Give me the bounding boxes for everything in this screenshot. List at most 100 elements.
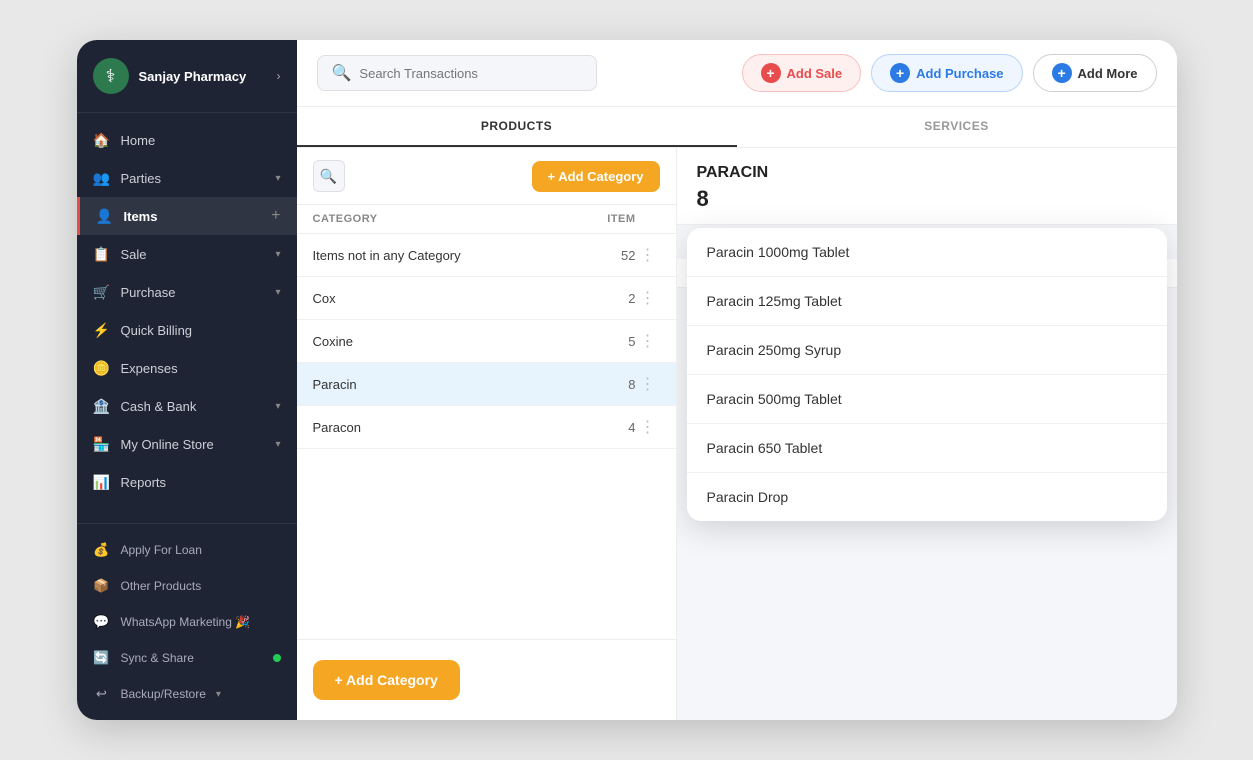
- sidebar-item-cash-bank[interactable]: 🏦 Cash & Bank ▾: [77, 387, 297, 425]
- sidebar-nav: 🏠 Home 👥 Parties ▾ 👤 Items + 📋 Sale ▾ 🛒 …: [77, 113, 297, 523]
- add-purchase-plus-icon: +: [890, 63, 910, 83]
- add-sale-label: Add Sale: [787, 66, 843, 81]
- sidebar-item-reports[interactable]: 📊 Reports: [77, 463, 297, 501]
- chevron-down-icon: ▾: [275, 287, 280, 298]
- category-list: Items not in any Category 52 ⋮ Cox 2 ⋮ C…: [297, 234, 676, 639]
- list-item[interactable]: Paracin 250mg Syrup: [687, 326, 1167, 375]
- sale-icon: 📋: [93, 245, 111, 263]
- add-sale-button[interactable]: + Add Sale: [742, 54, 862, 92]
- add-category-bottom: + Add Category: [297, 639, 676, 720]
- item-header: PARACIN 8: [677, 148, 1177, 225]
- category-name: Items not in any Category: [313, 248, 576, 263]
- list-item[interactable]: Paracin 125mg Tablet: [687, 277, 1167, 326]
- category-menu-icon[interactable]: ⋮: [636, 374, 660, 394]
- sidebar: ⚕ Sanjay Pharmacy › 🏠 Home 👥 Parties ▾ 👤…: [77, 40, 297, 720]
- category-count: 8: [576, 377, 636, 392]
- category-menu-icon[interactable]: ⋮: [636, 288, 660, 308]
- table-row[interactable]: Paracin 8 ⋮: [297, 363, 676, 406]
- category-count: 4: [576, 420, 636, 435]
- item-count: 8: [697, 186, 1157, 212]
- search-input[interactable]: [359, 66, 581, 81]
- table-row[interactable]: Items not in any Category 52 ⋮: [297, 234, 676, 277]
- add-purchase-button[interactable]: + Add Purchase: [871, 54, 1022, 92]
- add-category-bottom-label: + Add Category: [335, 672, 438, 688]
- footer-item-label: Backup/Restore: [121, 687, 206, 701]
- table-row[interactable]: Cox 2 ⋮: [297, 277, 676, 320]
- item-title: PARACIN: [697, 164, 1157, 182]
- chevron-down-icon: ▾: [275, 439, 280, 450]
- category-search-button[interactable]: 🔍: [313, 160, 345, 192]
- footer-item-label: Apply For Loan: [121, 543, 202, 557]
- list-item[interactable]: Paracin 500mg Tablet: [687, 375, 1167, 424]
- sidebar-item-sync-share[interactable]: 🔄 Sync & Share: [77, 640, 297, 676]
- sidebar-item-my-online-store[interactable]: 🏪 My Online Store ▾: [77, 425, 297, 463]
- sidebar-footer: 💰 Apply For Loan 📦 Other Products 💬 What…: [77, 523, 297, 720]
- category-toolbar: 🔍 + Add Category: [297, 148, 676, 205]
- list-item[interactable]: Paracin Drop: [687, 473, 1167, 521]
- backup-icon: ↩: [93, 685, 111, 703]
- tab-services[interactable]: SERVICES: [737, 107, 1177, 147]
- category-count: 2: [576, 291, 636, 306]
- add-category-bottom-button[interactable]: + Add Category: [313, 660, 460, 700]
- tab-products[interactable]: PRODUCTS: [297, 107, 737, 147]
- chevron-down-icon: ▾: [275, 249, 280, 260]
- category-table-header: CATEGORY ITEM: [297, 205, 676, 234]
- category-menu-icon[interactable]: ⋮: [636, 331, 660, 351]
- table-row[interactable]: Paracon 4 ⋮: [297, 406, 676, 449]
- category-menu-icon[interactable]: ⋮: [636, 417, 660, 437]
- category-name: Cox: [313, 291, 576, 306]
- sidebar-item-other-products[interactable]: 📦 Other Products: [77, 568, 297, 604]
- sidebar-item-quick-billing[interactable]: ⚡ Quick Billing: [77, 311, 297, 349]
- footer-item-label: Other Products: [121, 579, 202, 593]
- chevron-down-icon: ▾: [275, 173, 280, 184]
- sidebar-item-home[interactable]: 🏠 Home: [77, 121, 297, 159]
- sidebar-item-purchase[interactable]: 🛒 Purchase ▾: [77, 273, 297, 311]
- sidebar-item-label: Cash & Bank: [121, 399, 266, 414]
- sidebar-item-label: Quick Billing: [121, 323, 281, 338]
- expenses-icon: 🪙: [93, 359, 111, 377]
- table-row[interactable]: Coxine 5 ⋮: [297, 320, 676, 363]
- chevron-down-icon: ▾: [216, 689, 221, 700]
- brand-name: Sanjay Pharmacy: [139, 69, 267, 84]
- action-buttons: + Add Sale + Add Purchase + Add More: [742, 54, 1157, 92]
- column-header-item: ITEM: [576, 213, 636, 225]
- search-icon: 🔍: [332, 63, 352, 83]
- add-category-top-label: + Add Category: [548, 169, 644, 184]
- column-header-category: CATEGORY: [313, 213, 576, 225]
- add-more-label: Add More: [1078, 66, 1138, 81]
- add-category-top-button[interactable]: + Add Category: [532, 161, 660, 192]
- content-area: 🔍 + Add Category CATEGORY ITEM Items not…: [297, 148, 1177, 720]
- search-box[interactable]: 🔍: [317, 55, 597, 91]
- whatsapp-icon: 💬: [93, 613, 111, 631]
- loan-icon: 💰: [93, 541, 111, 559]
- sidebar-item-label: Items: [124, 209, 262, 224]
- sidebar-item-whatsapp-marketing[interactable]: 💬 WhatsApp Marketing 🎉: [77, 604, 297, 640]
- sidebar-item-items[interactable]: 👤 Items +: [77, 197, 297, 235]
- category-name: Paracon: [313, 420, 576, 435]
- purchase-icon: 🛒: [93, 283, 111, 301]
- category-menu-icon[interactable]: ⋮: [636, 245, 660, 265]
- list-item[interactable]: Paracin 650 Tablet: [687, 424, 1167, 473]
- category-name: Coxine: [313, 334, 576, 349]
- products-icon: 📦: [93, 577, 111, 595]
- sidebar-item-apply-loan[interactable]: 💰 Apply For Loan: [77, 532, 297, 568]
- topbar: 🔍 + Add Sale + Add Purchase + Add More: [297, 40, 1177, 107]
- add-item-icon[interactable]: +: [271, 207, 280, 225]
- add-more-plus-icon: +: [1052, 63, 1072, 83]
- sidebar-item-label: Reports: [121, 475, 281, 490]
- add-more-button[interactable]: + Add More: [1033, 54, 1157, 92]
- category-count: 52: [576, 248, 636, 263]
- sidebar-brand[interactable]: ⚕ Sanjay Pharmacy ›: [77, 40, 297, 113]
- reports-icon: 📊: [93, 473, 111, 491]
- sidebar-item-backup-restore[interactable]: ↩ Backup/Restore ▾: [77, 676, 297, 712]
- sidebar-item-label: Sale: [121, 247, 266, 262]
- list-item[interactable]: Paracin 1000mg Tablet: [687, 228, 1167, 277]
- sidebar-item-expenses[interactable]: 🪙 Expenses: [77, 349, 297, 387]
- sidebar-item-sale[interactable]: 📋 Sale ▾: [77, 235, 297, 273]
- sidebar-item-parties[interactable]: 👥 Parties ▾: [77, 159, 297, 197]
- sync-status-dot: [273, 654, 281, 662]
- category-panel: 🔍 + Add Category CATEGORY ITEM Items not…: [297, 148, 677, 720]
- footer-item-label: Sync & Share: [121, 651, 194, 665]
- add-purchase-label: Add Purchase: [916, 66, 1003, 81]
- quick-billing-icon: ⚡: [93, 321, 111, 339]
